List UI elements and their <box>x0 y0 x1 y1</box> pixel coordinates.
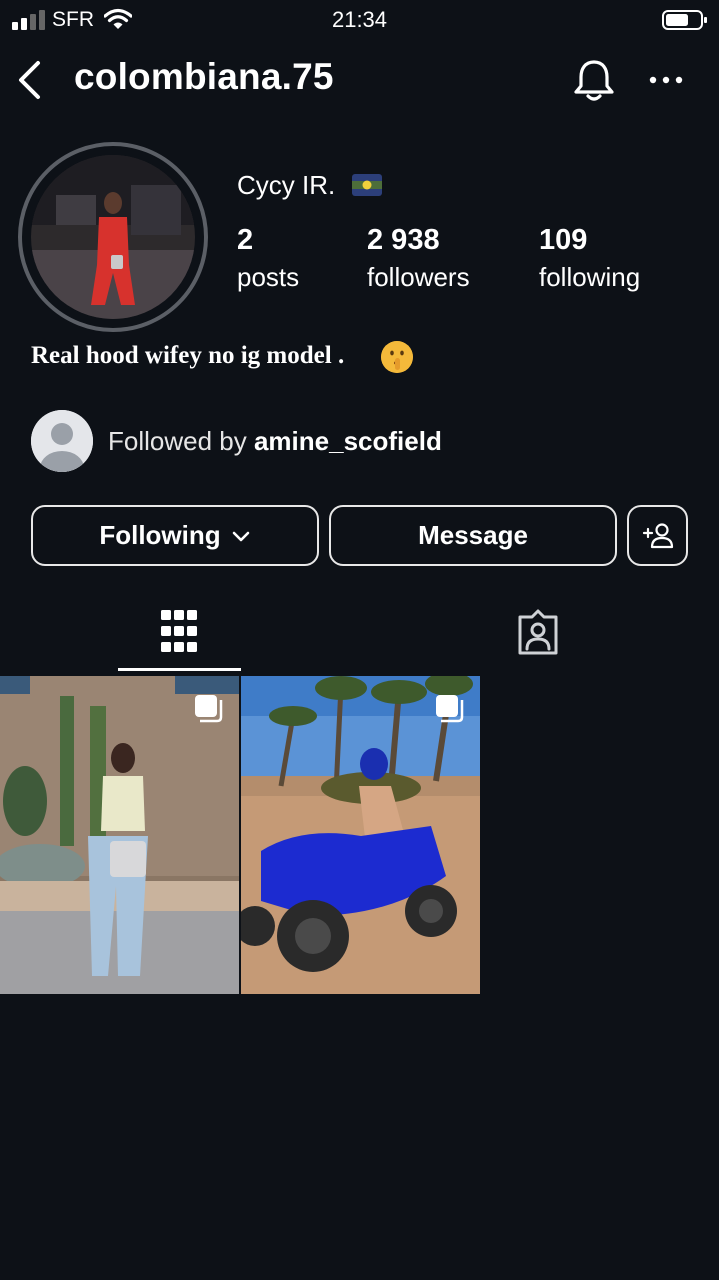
following-button-label: Following <box>99 520 221 550</box>
display-name: Cycy IR. <box>237 170 336 200</box>
posts-count[interactable]: 2 <box>237 224 253 257</box>
clock: 21:34 <box>331 7 388 32</box>
active-tab-indicator <box>118 668 241 671</box>
followed-by-prefix: Followed by <box>108 426 254 456</box>
status-bar: SFR 21:34 <box>0 0 719 40</box>
followed-by-username[interactable]: amine_scofield <box>254 426 442 456</box>
multiple-photos-icon <box>195 695 223 723</box>
battery-icon <box>662 10 707 30</box>
followed-by-text[interactable]: Followed by amine_scofield <box>108 426 442 457</box>
shushing-face-emoji-icon <box>381 341 413 373</box>
notifications-bell-icon[interactable] <box>572 58 616 104</box>
followers-label[interactable]: followers <box>367 262 470 293</box>
profile-avatar[interactable] <box>31 155 195 319</box>
back-icon[interactable] <box>14 58 48 102</box>
posts-label[interactable]: posts <box>237 262 299 293</box>
following-button[interactable]: Following <box>31 505 319 566</box>
followers-count[interactable]: 2 938 <box>367 224 440 257</box>
post-thumbnail[interactable] <box>241 676 480 994</box>
mutual-follower-avatar[interactable] <box>31 410 93 472</box>
post-thumbnail[interactable] <box>0 676 239 994</box>
following-count[interactable]: 109 <box>539 224 587 257</box>
flag-icon <box>352 174 382 196</box>
profile-username: colombiana.75 <box>74 56 334 97</box>
more-options-icon[interactable] <box>646 70 686 90</box>
grid-icon[interactable] <box>160 609 198 653</box>
profile-bio: Real hood wifey no ig model . <box>31 342 345 369</box>
message-button[interactable]: Message <box>329 505 617 566</box>
suggested-users-button[interactable] <box>627 505 688 566</box>
message-button-label: Message <box>418 520 528 550</box>
following-label[interactable]: following <box>539 262 640 293</box>
multiple-photos-icon <box>436 695 464 723</box>
tagged-icon[interactable] <box>516 609 560 655</box>
add-person-icon <box>642 522 673 548</box>
chevron-down-icon <box>232 531 249 541</box>
